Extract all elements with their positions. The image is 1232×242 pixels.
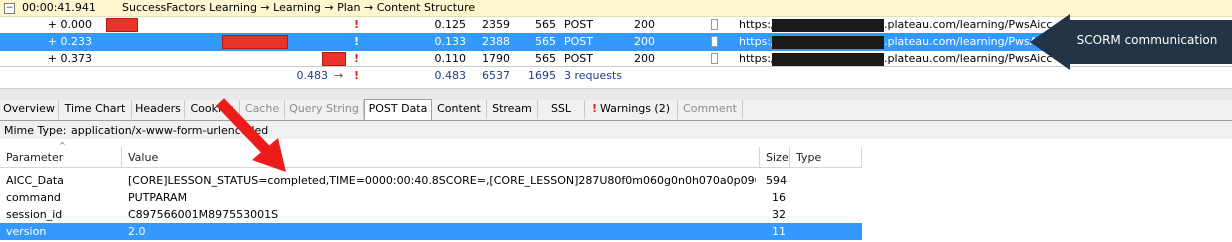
redacted-host <box>772 36 884 49</box>
cache-indicator <box>711 36 718 47</box>
column-header-size[interactable]: Size <box>760 147 790 167</box>
tab-time-chart[interactable]: Time Chart <box>59 100 132 119</box>
http-method: POST <box>564 35 593 48</box>
bytes-received: 565 <box>535 52 556 65</box>
url-prefix: https:/ <box>739 52 775 65</box>
scorm-callout: SCORM communication <box>1030 14 1232 70</box>
timing-bar <box>106 18 138 32</box>
bytes-sent: 2388 <box>482 35 510 48</box>
http-status: 200 <box>634 52 655 65</box>
tab-stream[interactable]: Stream <box>487 100 538 119</box>
warning-icon: ! <box>591 102 597 115</box>
tab-headers[interactable]: Headers <box>132 100 185 119</box>
param-name: session_id <box>6 208 63 221</box>
bytes-sent: 1790 <box>482 52 510 65</box>
summary-request-count: 3 requests <box>564 69 623 82</box>
tab-warnings[interactable]: ! Warnings (2) <box>585 100 678 119</box>
param-name: command <box>6 191 61 204</box>
timing-bar <box>322 52 346 66</box>
http-status: 200 <box>634 35 655 48</box>
summary-offset: 0.483 <box>296 69 329 82</box>
param-size: 594 <box>766 174 787 187</box>
param-name: version <box>6 225 47 238</box>
warning-flag: ! <box>354 18 360 31</box>
param-value: 2.0 <box>128 225 146 238</box>
param-size: 11 <box>772 225 786 238</box>
tab-post-data[interactable]: POST Data <box>364 99 432 120</box>
tab-comment[interactable]: Comment <box>678 100 743 119</box>
duration: 0.133 <box>434 35 467 48</box>
duration: 0.110 <box>434 52 467 65</box>
time-offset: + 0.000 <box>47 18 92 31</box>
param-row[interactable]: command PUTPARAM 16 <box>0 189 862 206</box>
cache-indicator <box>711 53 718 64</box>
detail-tabs: Overview Time Chart Headers Cookies Cach… <box>0 99 1232 121</box>
group-title: SuccessFactors Learning → Learning → Pla… <box>122 1 476 14</box>
warning-flag: ! <box>354 35 360 48</box>
tab-warnings-label: Warnings (2) <box>599 102 671 115</box>
params-table-header: Parameter Value Size Type <box>0 147 862 168</box>
param-row[interactable]: session_id C897566001M897553001S 32 <box>0 206 862 223</box>
tab-overview[interactable]: Overview <box>0 100 59 119</box>
column-header-parameter[interactable]: Parameter <box>0 147 122 167</box>
group-start-time: 00:00:41.941 <box>22 1 96 14</box>
bytes-received: 565 <box>535 18 556 31</box>
cache-indicator <box>711 19 718 30</box>
url-prefix: https:/ <box>739 35 775 48</box>
param-size: 32 <box>772 208 786 221</box>
param-size: 16 <box>772 191 786 204</box>
url-suffix: .plateau.com/learning/PwsAicc <box>884 18 1053 31</box>
collapse-toggle[interactable]: − <box>4 3 15 14</box>
bytes-sent: 2359 <box>482 18 510 31</box>
time-offset: + 0.233 <box>47 35 92 48</box>
summary-bytes-sent: 6537 <box>482 69 510 82</box>
url-suffix: .plateau.com/learning/PwsAicc <box>884 52 1053 65</box>
param-row-selected[interactable]: version 2.0 11 <box>0 223 862 240</box>
param-value: PUTPARAM <box>128 191 188 204</box>
param-value: C897566001M897553001S <box>128 208 279 221</box>
column-header-type[interactable]: Type <box>790 147 862 167</box>
tab-ssl[interactable]: SSL <box>538 100 585 119</box>
redacted-host <box>772 19 884 32</box>
http-method: POST <box>564 52 593 65</box>
param-row[interactable]: AICC_Data [CORE]LESSON_STATUS=completed,… <box>0 172 862 189</box>
duration: 0.125 <box>434 18 467 31</box>
summary-warning-flag: ! <box>354 69 360 82</box>
http-status: 200 <box>634 18 655 31</box>
mime-type-label: Mime Type: <box>4 124 67 137</box>
url-suffix: .plateau.com/learning/PwsAicc <box>884 35 1053 48</box>
summary-duration: 0.483 <box>434 69 467 82</box>
warning-flag: ! <box>354 52 360 65</box>
url-prefix: https:/ <box>739 18 775 31</box>
redacted-host <box>772 53 884 66</box>
http-method: POST <box>564 18 593 31</box>
mime-type-row: Mime Type: application/x-www-form-urlenc… <box>0 121 1232 139</box>
callout-label: SCORM communication <box>1076 33 1218 47</box>
summary-bytes-received: 1695 <box>528 69 556 82</box>
timing-bar <box>222 35 288 49</box>
time-offset: + 0.373 <box>47 52 92 65</box>
param-name: AICC_Data <box>6 174 64 187</box>
summary-arrow-icon: → <box>334 69 344 82</box>
annotation-arrow-icon <box>216 98 286 172</box>
bytes-received: 565 <box>535 35 556 48</box>
tab-content[interactable]: Content <box>432 100 487 119</box>
